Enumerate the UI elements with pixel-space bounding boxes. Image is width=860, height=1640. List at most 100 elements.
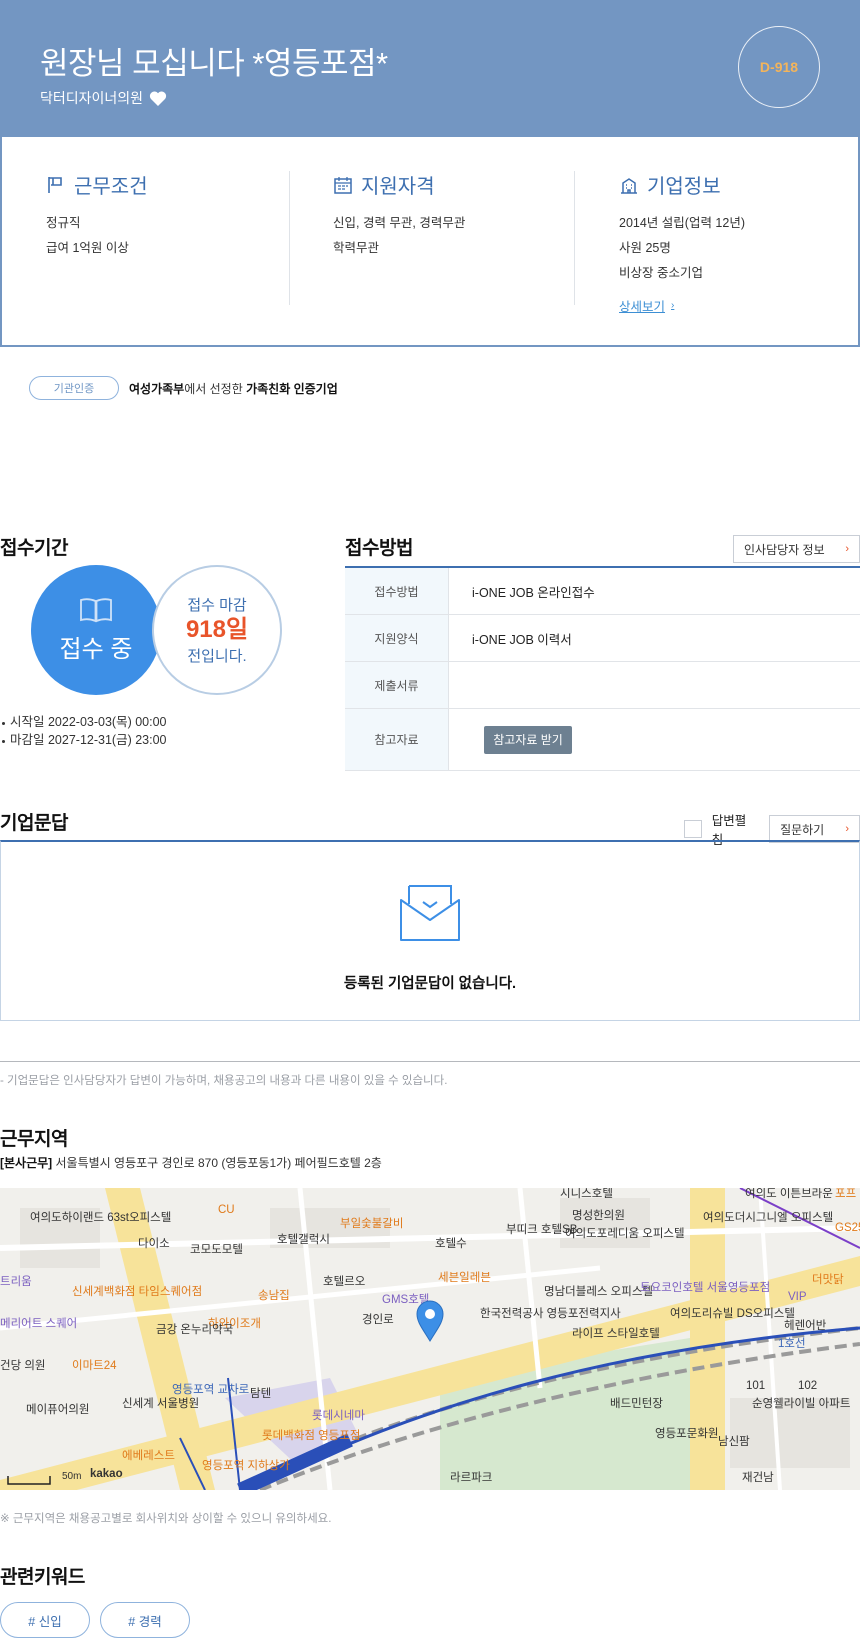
map-label: 명성한의원 xyxy=(572,1210,625,1222)
address-text: 서울특별시 영등포구 경인로 870 (영등포동1가) 페어필드호텔 2층 xyxy=(52,1156,382,1170)
chevron-right-icon: › xyxy=(845,543,849,555)
map-provider-logo: kakao xyxy=(90,1468,123,1480)
deadline-label: 접수 마감 xyxy=(187,597,247,614)
map-label: 에베레스트 xyxy=(122,1450,175,1462)
heart-icon[interactable] xyxy=(149,90,167,107)
table-row: 접수방법 i-ONE JOB 온라인접수 xyxy=(345,568,860,615)
map-label: 호텔르오 xyxy=(323,1276,366,1288)
method-table: 접수방법 i-ONE JOB 온라인접수 지원양식 i-ONE JOB 이력서 … xyxy=(345,566,860,771)
company-founded: 2014년 설립(업력 12년) xyxy=(619,216,745,230)
company-info-title: 기업정보 xyxy=(647,176,721,198)
certification-row: 기관인증 여성가족부에서 선정한 가족친화 인증기업 xyxy=(29,376,338,400)
company-detail-link[interactable]: 상세보기 › xyxy=(619,296,674,315)
map-label: 한국전력공사 영등포전력지사 xyxy=(480,1308,621,1320)
qa-box: 등록된 기업문답이 없습니다. xyxy=(0,840,860,1021)
condition-salary: 급여 1억원 이상 xyxy=(46,241,129,255)
map-label: 코모도모텔 xyxy=(190,1244,243,1256)
map-label: 헤렌어반 xyxy=(784,1320,827,1332)
hr-info-label: 인사담당자 정보 xyxy=(744,542,825,557)
address-tag: [본사근무] xyxy=(0,1156,53,1170)
map-pin-icon[interactable] xyxy=(415,1300,445,1342)
ask-question-label: 질문하기 xyxy=(780,822,825,837)
hr-info-button[interactable]: 인사담당자 정보 › xyxy=(733,535,860,563)
ask-question-button[interactable]: 질문하기 › xyxy=(769,815,860,843)
map-label: 여의도 이튼브라운 xyxy=(745,1188,833,1200)
company-name-row: 닥터디자이너의원 xyxy=(40,88,167,108)
job-header: 원장님 모십니다 *영등포점* 닥터디자이너의원 D-918 xyxy=(0,0,860,137)
table-row: 참고자료 참고자료 받기 xyxy=(345,709,860,771)
map-label: GS25 xyxy=(835,1222,860,1234)
map-label: 101 xyxy=(746,1380,766,1392)
dday-badge: D-918 xyxy=(738,26,820,108)
period-dates: 시작일 2022-03-03(목) 00:00 마감일 2027-12-31(금… xyxy=(0,713,167,749)
map-label: 영등포문화원 xyxy=(655,1428,719,1440)
map-label: 토요코인호텔 서울영등포점 xyxy=(640,1282,771,1294)
keyword-tag[interactable]: # 경력 xyxy=(100,1602,190,1638)
map-label: 라이프 스타일호텔 xyxy=(572,1328,660,1340)
map-label: 더맛닭 xyxy=(812,1274,844,1286)
work-conditions: 근무조건 정규직 급여 1억원 이상 xyxy=(46,170,148,261)
map-label: 남신팜 xyxy=(718,1436,750,1448)
map-label: 102 xyxy=(798,1380,818,1392)
map-label: 건당 의원 xyxy=(0,1360,46,1372)
qa-note: - 기업문답은 인사담당자가 답변이 가능하며, 채용공고의 내용과 다른 내용… xyxy=(0,1075,448,1087)
table-row: 제출서류 xyxy=(345,662,860,709)
start-date: 시작일 2022-03-03(목) 00:00 xyxy=(0,713,167,731)
row-value: i-ONE JOB 온라인접수 xyxy=(472,585,595,600)
end-date: 마감일 2027-12-31(금) 23:00 xyxy=(0,731,167,749)
flag-icon xyxy=(48,176,62,193)
map-label: 포프 xyxy=(835,1188,857,1200)
map-label: 여의도하이랜드 63st오피스텔 xyxy=(30,1212,172,1224)
divider xyxy=(0,1061,860,1062)
map-label: 호텔수 xyxy=(435,1238,467,1250)
row-value: 참고자료 받기 xyxy=(449,709,860,770)
map-label: 명남더블레스 오피스텔 xyxy=(544,1286,653,1298)
certification-badge: 기관인증 xyxy=(29,376,119,400)
map-label: 여의도리슈빌 DS오피스텔 xyxy=(670,1308,795,1320)
deadline-suffix: 전입니다. xyxy=(187,648,247,665)
application-status: 접수 중 xyxy=(59,635,133,663)
map-label: 부일숯불갈비 xyxy=(340,1218,404,1230)
map-label: VIP xyxy=(788,1291,807,1303)
keyword-tag[interactable]: # 신입 xyxy=(0,1602,90,1638)
certification-middle: 에서 선정한 xyxy=(184,381,247,396)
map-label: 배드민턴장 xyxy=(610,1398,663,1410)
company-employees: 사원 25명 xyxy=(619,241,671,255)
map-label: 경인로 xyxy=(362,1314,394,1326)
row-label: 제출서류 xyxy=(345,662,449,708)
map-label: 시니스호텔 xyxy=(560,1188,613,1200)
row-label: 참고자료 xyxy=(345,709,449,770)
map-label: 호텔갤럭시 xyxy=(277,1234,330,1246)
qualifications-title: 지원자격 xyxy=(361,176,435,198)
map-label: 세븐일레븐 xyxy=(438,1272,491,1284)
qualifications: 지원자격 신입, 경력 무관, 경력무관 학력무관 xyxy=(333,170,465,261)
expand-answers-checkbox[interactable] xyxy=(684,820,702,838)
qa-title: 기업문답 xyxy=(0,813,68,834)
map-label: 1호선 xyxy=(778,1338,806,1350)
certification-text: 여성가족부에서 선정한 가족친화 인증기업 xyxy=(129,380,338,397)
deadline-circle: 접수 마감 918일 전입니다. xyxy=(152,565,282,695)
company-name[interactable]: 닥터디자이너의원 xyxy=(40,88,143,108)
chevron-right-icon: › xyxy=(845,823,849,835)
map-label: 탐텐 xyxy=(250,1388,272,1400)
map-label: 메이퓨어의원 xyxy=(26,1404,90,1416)
divider xyxy=(574,171,575,305)
chevron-right-icon: › xyxy=(671,300,675,311)
map-label: 트리움 xyxy=(0,1276,32,1288)
map-label: 영등포역 지하상가 xyxy=(202,1460,290,1472)
row-value xyxy=(449,662,860,708)
map-label: 라르파크 xyxy=(450,1472,493,1484)
table-row: 지원양식 i-ONE JOB 이력서 xyxy=(345,615,860,662)
map-label: 다이소 xyxy=(138,1238,170,1250)
map-label: 여의도포레디움 오피스텔 xyxy=(565,1228,685,1240)
company-info: 기업정보 2014년 설립(업력 12년) 사원 25명 비상장 중소기업 상세… xyxy=(619,170,745,316)
map[interactable]: 여의도하이랜드 63st오피스텔 CU 시니스호텔 명성한의원 여의도 이튼브라… xyxy=(0,1188,860,1490)
company-type: 비상장 중소기업 xyxy=(619,266,703,280)
map-label: CU xyxy=(218,1204,235,1216)
map-label: 이마트24 xyxy=(72,1360,117,1372)
condition-employment: 정규직 xyxy=(46,216,81,230)
map-scale-label: 50m xyxy=(62,1471,82,1482)
reference-download-button[interactable]: 참고자료 받기 xyxy=(484,725,572,754)
map-label: 금강 온누리약국 xyxy=(156,1324,234,1336)
location-title: 근무지역 xyxy=(0,1129,68,1150)
